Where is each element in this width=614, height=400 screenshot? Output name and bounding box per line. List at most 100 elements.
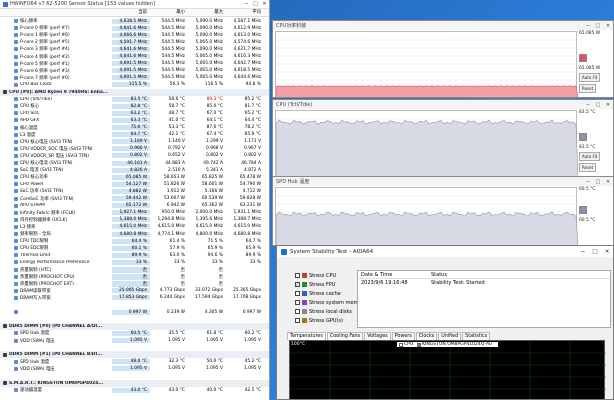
stress-option[interactable]: ✓ Stress FPU	[295, 280, 367, 289]
table-row[interactable]	[0, 344, 269, 351]
table-row[interactable]: P-core 1 频率 (perf #6) 4,666.6 MHz 544.5 MH…	[0, 32, 269, 39]
table-row[interactable]: VDD (SWA) 电压 1.095 V 1.095 V 1.095 V 1.095 V	[0, 365, 269, 372]
table-row[interactable]: CPU Power 54.127 W 51.826 W 58.601 W 54.790 …	[0, 181, 269, 188]
tab-voltages[interactable]: Voltages	[364, 332, 391, 340]
table-row[interactable]: 核心温度 75.6 °C 53.3 °C 87.6 °C 78.2 °C	[0, 124, 269, 131]
maximize-button[interactable]: □	[589, 249, 601, 255]
tab-clocks[interactable]: Clocks	[415, 332, 438, 340]
table-row[interactable]: P-core 7 频率 (perf #0) 4,691.5 MHz 544.5 MH…	[0, 74, 269, 81]
close-button[interactable]: ✕	[601, 249, 613, 255]
graph-window-cpu-temp[interactable]: CPU (Tctl/Tdie) ─ □ ✕ 83.5 °C 83.5 °C Auto…	[272, 99, 614, 177]
maximize-button[interactable]: □	[593, 179, 603, 185]
close-button[interactable]: ✕	[260, 1, 269, 7]
legend-item-kingston[interactable]: KINGSTON OM8PGP41024Q-A0	[417, 342, 492, 347]
table-row[interactable]: P-core 2 频率 (perf #5) 4,591.7 MHz 544.5 MH…	[0, 39, 269, 46]
minimize-button[interactable]: ─	[577, 249, 589, 255]
maximize-button[interactable]: □	[251, 1, 260, 7]
reset-button[interactable]: Reset	[579, 84, 597, 93]
col-sensor[interactable]	[0, 9, 112, 16]
tab-temperatures[interactable]: Temperatures	[287, 332, 326, 340]
checkbox-icon[interactable]: ✓	[295, 282, 300, 287]
graph-window-spd-temp[interactable]: SPD Hub 温度 ─ □ ✕ 60.5 °C 60.5 °C	[272, 176, 614, 246]
tab-statistics[interactable]: Statistics	[462, 332, 491, 340]
table-row[interactable]: CoreSoC 功率 (SVI3 TFN) 59.442 W 53.607 W 60.…	[0, 195, 269, 202]
col-min[interactable]: 最小	[150, 9, 188, 16]
table-row[interactable]: Thermal Limit 89.9 % 63.0 % 94.6 % 89.9 %	[0, 252, 269, 259]
aida64-window[interactable]: System Stability Test - AIDA64 ─ □ ✕ Stres…	[276, 245, 614, 400]
checkbox-icon[interactable]	[295, 300, 300, 305]
table-row[interactable]: Energy Performance Preference 33 % 33 % 33 …	[0, 259, 269, 266]
table-row[interactable]: CPU 核心 82.8 °C 58.7 °C 85.0 °C 81.7 °C	[0, 103, 269, 110]
legend-item-cpu[interactable]: CPU	[399, 342, 413, 347]
checkbox-icon[interactable]	[295, 309, 300, 314]
maximize-button[interactable]: □	[593, 23, 603, 29]
auto-fit-button[interactable]: Auto Fit	[579, 152, 601, 161]
graph-window-cpu-power[interactable]: CPU功率封装 ─ □ ✕ 65.085 W 65.085 W Auto Fit R…	[272, 20, 614, 98]
minimize-button[interactable]: ─	[583, 179, 593, 185]
table-row[interactable]: 0.997 W 0.239 W 4.305 W 0.997 W	[0, 309, 269, 316]
table-row[interactable]: CPU VDDCR_SR 电压 (SVI3 TFN) 0.802 V 0.652 V…	[0, 152, 269, 159]
hwinfo-titlebar[interactable]: HWiNFO64 v7.62-5200 Sensor Status [153 v…	[0, 0, 269, 9]
table-row[interactable]: SPD Hub 温度 48.0 °C 32.3 °C 50.0 °C 45.2 °C	[0, 358, 269, 365]
checkbox-icon[interactable]	[295, 291, 300, 296]
table-row[interactable]: Infinity Fabric 频率 (FCLK) 1,927.1 MHz 950.…	[0, 209, 269, 216]
stress-option[interactable]: Stress CPU	[295, 271, 367, 280]
table-row[interactable]: CPU 核心电流 (SVI3 TFN) 46.161 A 44.883 A 49.74…	[0, 160, 269, 167]
tab-cooling-fans[interactable]: Cooling Fans	[326, 332, 364, 340]
table-row[interactable]: CPU 核心功率 65.085 W 58.653 W 65.825 W 65.478 W	[0, 174, 269, 181]
graph-titlebar[interactable]: SPD Hub 温度 ─ □ ✕	[273, 177, 613, 186]
table-row[interactable]: P-core 4 频率 (perf #2) 4,641.6 MHz 544.5 MH…	[0, 53, 269, 60]
table-row[interactable]: APU GFX 63.3 °C 41.0 °C 64.1 °C 64.4 °C	[0, 117, 269, 124]
sensor-group[interactable]: DDR5 DIMM [#1] (P0 CHANNEL B/DI...	[0, 351, 269, 359]
table-row[interactable]: P-core 0 频率 (perf #7) 4,641.6 MHz 544.5 MH…	[0, 25, 269, 32]
table-row[interactable]: CPU Bus Clock 115.5 % 56.3 % 116.5 % 94.8 %	[0, 81, 269, 88]
minimize-button[interactable]: ─	[583, 23, 593, 29]
table-row[interactable]: 频率限制 - 全局 4,680.8 MHz 4,774.1 MHz 4,800.0 M…	[0, 231, 269, 238]
table-row[interactable]: 热量限制 (HTC) 否 否 否	[0, 266, 269, 273]
col-avg[interactable]: 平均	[226, 9, 264, 16]
maximize-button[interactable]: □	[593, 102, 603, 108]
graph-titlebar[interactable]: CPU (Tctl/Tdie) ─ □ ✕	[273, 100, 613, 109]
minimize-button[interactable]: ─	[583, 102, 593, 108]
col-max[interactable]: 最大	[188, 9, 226, 16]
table-row[interactable]	[0, 302, 269, 309]
col-current[interactable]: 当前	[112, 9, 150, 16]
graph-titlebar[interactable]: CPU功率封装 ─ □ ✕	[273, 21, 613, 30]
table-row[interactable]: VDD (SWA) 电压 1.095 V 1.095 V 1.095 V 1.095 V	[0, 337, 269, 344]
table-row[interactable]: SPD Hub 温度 60.5 °C 35.5 °C 61.8 °C 60.2 °C	[0, 330, 269, 337]
stress-option[interactable]: Stress GPU(s)	[295, 316, 367, 325]
minimize-button[interactable]: ─	[242, 1, 251, 7]
table-row[interactable]: P-core 3 频率 (perf #4) 4,641.6 MHz 544.5 MH…	[0, 46, 269, 53]
aida-titlebar[interactable]: System Stability Test - AIDA64 ─ □ ✕	[277, 246, 613, 257]
table-row[interactable]: DRAM读取带宽 25.995 Gbps 4.773 Gbps 33.072 Gbps…	[0, 287, 269, 294]
reset-button[interactable]: Reset	[579, 163, 597, 172]
tab-unified[interactable]: Unified	[438, 332, 462, 340]
auto-fit-button[interactable]: Auto Fit	[579, 73, 601, 82]
hwinfo-window[interactable]: HWiNFO64 v7.62-5200 Sensor Status [153 v…	[0, 0, 270, 400]
stress-option[interactable]: Stress system memory	[295, 298, 367, 307]
table-row[interactable]: L3 温度 64.7 °C 42.1 °C 67.4 °C 65.9 °C	[0, 131, 269, 138]
table-row[interactable]: CPU VDDCR_SOC 电压 (SVI3 TFN) 0.966 V 0.792 …	[0, 145, 269, 152]
table-row[interactable]: SoC 功率 (SVI3 TFN) 4.882 W 1.912 W 5.366 W 4.…	[0, 188, 269, 195]
close-button[interactable]: ✕	[603, 102, 613, 108]
sensor-group[interactable]: CPU [#0]: AMD Ryzen 9 7940HS: Enha...	[0, 88, 269, 96]
close-button[interactable]: ✕	[603, 179, 613, 185]
color-swatch-icon[interactable]	[579, 133, 587, 141]
table-row[interactable]: CPU 核心电压 (SVI3 TFN) 1.169 V 1.140 V 1.299 V…	[0, 138, 269, 145]
table-row[interactable]	[0, 316, 269, 323]
table-row[interactable]: 内存控制器频率 (UCLK) 1,388.0 MHz 1,294.8 MHz 1,39…	[0, 216, 269, 223]
table-row[interactable]: CPU (Tctl/Tdie) 83.5 °C 58.6 °C 89.3 °C 85.2…	[0, 96, 269, 103]
table-row[interactable]: CPU SOC 63.2 °C 48.7 °C 67.0 °C 65.2 °C	[0, 110, 269, 117]
table-row[interactable]: L3 频率 4,615.0 MHz 4,615.0 MHz 4,615.0 MHz 4,…	[0, 223, 269, 230]
table-row[interactable]: 核心频率 4,638.5 MHz 544.5 MHz 5,090.0 MHz 4,587…	[0, 18, 269, 25]
close-button[interactable]: ✕	[603, 23, 613, 29]
table-row[interactable]: CPU EDC限制 60.1 % 57.9 % 65.9 % 65.9 %	[0, 245, 269, 252]
tab-powers[interactable]: Powers	[391, 332, 415, 340]
table-row[interactable]: SoC 电流 (SVI3 TFN) 4.826 A 2.510 A 5.341 A 4.…	[0, 167, 269, 174]
table-row[interactable]	[0, 373, 269, 380]
table-row[interactable]: 热量限制 (PROCHOT CPU) 否 否 否	[0, 273, 269, 280]
stress-option[interactable]: Stress local disks	[295, 307, 367, 316]
checkbox-icon[interactable]	[295, 273, 300, 278]
table-row[interactable]: P-core 6 频率 (perf #3) 4,691.5 MHz 544.5 MH…	[0, 67, 269, 74]
stress-option[interactable]: Stress cache	[295, 289, 367, 298]
